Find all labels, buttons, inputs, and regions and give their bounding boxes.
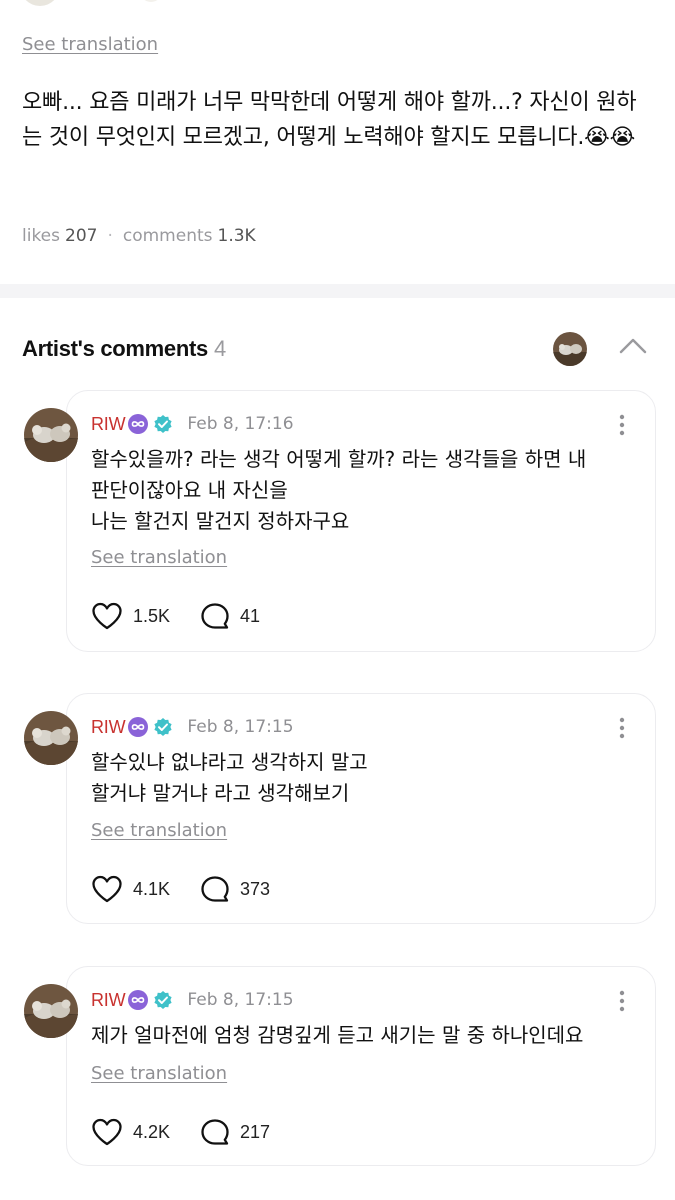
section-divider — [0, 284, 675, 298]
like-count: 1.5K — [133, 605, 171, 626]
comment-see-translation-link[interactable]: See translation — [91, 547, 227, 568]
likes-count: 207 — [65, 226, 98, 246]
comments-count[interactable]: 1.3K — [218, 226, 256, 246]
reply-count: 217 — [240, 1121, 271, 1142]
more-vertical-icon[interactable] — [617, 989, 627, 1013]
artist-comments-title-text: Artist's comments — [22, 336, 208, 361]
heart-icon — [92, 1118, 122, 1146]
comment-text: 할수있을까? 라는 생각 어떻게 할까? 라는 생각들을 하면 내 판단이잖아요… — [91, 444, 631, 537]
comment-header: RIW Feb 8, 17:15 — [91, 989, 294, 1011]
heart-icon — [92, 875, 122, 903]
comment-line: 판단이잖아요 내 자신을 — [91, 478, 288, 502]
reply-count: 41 — [240, 605, 261, 626]
heart-icon — [92, 602, 122, 630]
comment-author-avatar[interactable] — [24, 711, 78, 765]
comment-header: RIW Feb 8, 17:16 — [91, 413, 294, 435]
like-button[interactable]: 4.2K — [91, 1118, 170, 1146]
comment-header: RIW Feb 8, 17:15 — [91, 716, 294, 738]
comment-card: RIW Feb 8, 17:16 할수있을까? 라는 생각 어떻게 할까? 라는… — [66, 390, 656, 652]
comment-line: 할수있냐 없냐라고 생각하지 말고 — [91, 750, 368, 774]
like-button[interactable]: 4.1K — [91, 875, 170, 903]
comment-line: 할거냐 말거냐 라고 생각해보기 — [91, 781, 350, 805]
comment-timestamp: Feb 8, 17:15 — [187, 717, 294, 737]
post-see-translation-link[interactable]: See translation — [22, 34, 158, 55]
comment-actions: 1.5K 41 — [91, 602, 260, 630]
infinity-badge-icon — [128, 414, 149, 434]
comment-author-avatar[interactable] — [24, 408, 78, 462]
post-stats: likes 207 · comments 1.3K — [22, 226, 256, 246]
artist-avatar-small[interactable] — [553, 332, 587, 366]
stats-separator: · — [107, 226, 113, 246]
comment-author-avatar[interactable] — [24, 984, 78, 1038]
post-author-avatar[interactable] — [20, 0, 60, 6]
collapse-button[interactable] — [618, 334, 648, 358]
fan-post: See translation 오빠... 요즘 미래가 너무 막막한데 어떻게… — [0, 0, 675, 285]
comment-card: RIW Feb 8, 17:15 할수있냐 없냐라고 생각하지 말고 할거냐 말… — [66, 693, 656, 924]
like-count: 4.1K — [133, 878, 171, 899]
comment-text: 제가 얼마전에 엄청 감명깊게 듣고 새기는 말 중 하나인데요 — [91, 1020, 631, 1051]
comment-actions: 4.2K 217 — [91, 1118, 270, 1146]
verified-icon — [154, 718, 172, 736]
post-body: 오빠... 요즘 미래가 너무 막막한데 어떻게 해야 할까...? 자신이 원… — [22, 90, 637, 150]
comment-author-name[interactable]: RIW — [91, 990, 126, 1011]
comment-bubble-icon — [201, 1119, 229, 1145]
chevron-up-icon — [619, 338, 647, 354]
comment-line: 할수있을까? 라는 생각 어떻게 할까? 라는 생각들을 하면 내 — [91, 447, 587, 471]
comment-card: RIW Feb 8, 17:15 제가 얼마전에 엄청 감명깊게 듣고 새기는 … — [66, 966, 656, 1166]
comment-timestamp: Feb 8, 17:15 — [187, 990, 294, 1010]
more-vertical-icon[interactable] — [617, 716, 627, 740]
artist-comments-header: Artist's comments 4 — [0, 298, 675, 388]
comment-actions: 4.1K 373 — [91, 875, 270, 903]
comments-label[interactable]: comments — [123, 226, 213, 246]
comment-bubble-icon — [201, 603, 229, 629]
infinity-badge-icon — [128, 990, 149, 1010]
verified-icon — [154, 991, 172, 1009]
reply-button[interactable]: 373 — [200, 875, 270, 903]
artist-comments-title: Artist's comments 4 — [22, 336, 226, 362]
post-author-badge — [140, 0, 162, 2]
like-count: 4.2K — [133, 1121, 171, 1142]
artist-comments-count: 4 — [213, 336, 226, 361]
comment-see-translation-link[interactable]: See translation — [91, 820, 227, 841]
verified-icon — [154, 415, 172, 433]
comment-line: 제가 얼마전에 엄청 감명깊게 듣고 새기는 말 중 하나인데요 — [91, 1023, 584, 1047]
comment-author-name[interactable]: RIW — [91, 717, 126, 738]
comment-text: 할수있냐 없냐라고 생각하지 말고 할거냐 말거냐 라고 생각해보기 — [91, 747, 631, 809]
reply-button[interactable]: 41 — [200, 602, 260, 630]
like-button[interactable]: 1.5K — [91, 602, 170, 630]
infinity-badge-icon — [128, 717, 149, 737]
reply-count: 373 — [240, 878, 271, 899]
comment-see-translation-link[interactable]: See translation — [91, 1063, 227, 1084]
likes-label: likes — [22, 226, 61, 246]
more-vertical-icon[interactable] — [617, 413, 627, 437]
comment-timestamp: Feb 8, 17:16 — [187, 414, 294, 434]
comment-line: 나는 할건지 말건지 정하자구요 — [91, 509, 350, 533]
reply-button[interactable]: 217 — [200, 1118, 270, 1146]
comment-author-name[interactable]: RIW — [91, 414, 126, 435]
comment-bubble-icon — [201, 876, 229, 902]
